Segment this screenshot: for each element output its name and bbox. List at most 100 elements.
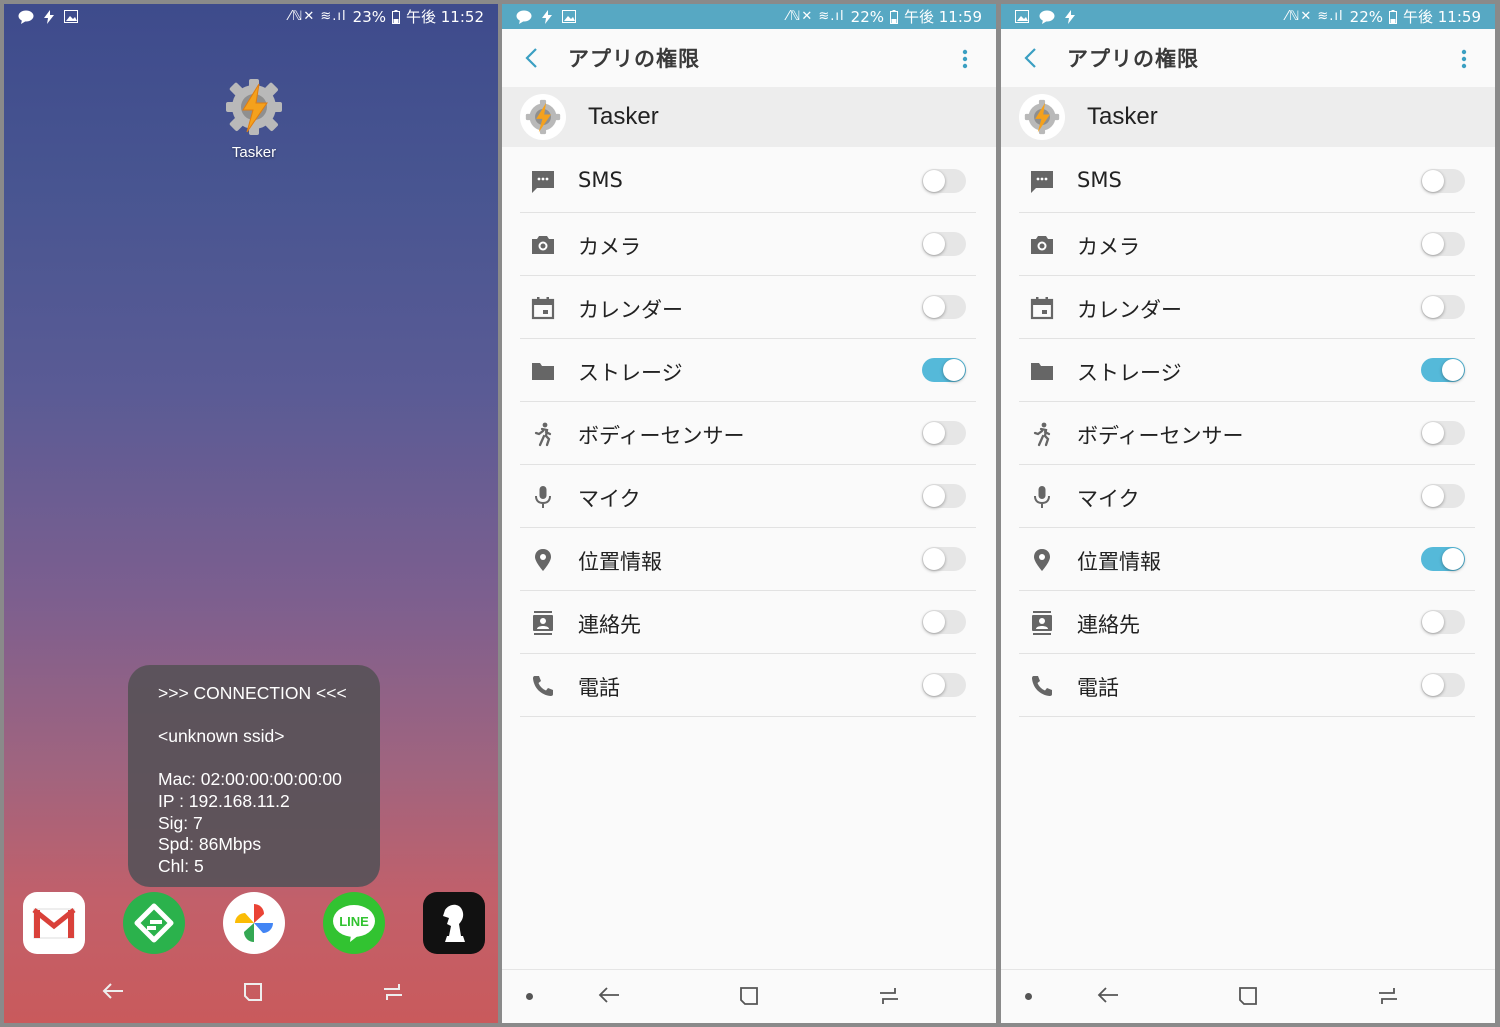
image-icon <box>562 10 576 23</box>
back-arrow-icon[interactable] <box>1023 47 1037 73</box>
permission-label: ボディーセンサー <box>578 424 745 448</box>
toast-spd: Spd: 86Mbps <box>158 834 262 855</box>
permission-toggle[interactable] <box>1421 610 1465 634</box>
permission-toggle[interactable] <box>922 673 966 697</box>
recents-nav-button[interactable] <box>878 985 900 1009</box>
battery-percent: 22% <box>850 7 884 26</box>
permission-row[interactable]: マイク <box>1019 465 1475 528</box>
permission-row[interactable]: 位置情報 <box>520 528 976 591</box>
tasker-home-shortcut[interactable]: Tasker <box>216 76 292 161</box>
toggle-knob <box>923 296 945 318</box>
app-name: Tasker <box>1087 103 1158 130</box>
permission-toggle[interactable] <box>1421 673 1465 697</box>
camera-icon <box>530 232 556 258</box>
permission-toggle[interactable] <box>1421 547 1465 571</box>
clock: 午後 11:59 <box>904 8 982 26</box>
permission-row[interactable]: 連絡先 <box>520 591 976 654</box>
tasker-app-icon <box>1019 94 1065 140</box>
back-arrow-icon[interactable] <box>524 47 538 73</box>
permission-row[interactable]: 電話 <box>1019 654 1475 717</box>
toggle-knob <box>1422 170 1444 192</box>
tasker-app-icon <box>520 94 566 140</box>
home-nav-button[interactable] <box>738 985 760 1011</box>
toggle-knob <box>923 170 945 192</box>
permission-row[interactable]: ボディーセンサー <box>520 402 976 465</box>
line-app-icon[interactable]: LINE <box>323 892 385 954</box>
nav-bar <box>1001 969 1495 1023</box>
permission-toggle[interactable] <box>1421 169 1465 193</box>
more-options-icon[interactable] <box>962 49 968 73</box>
permission-toggle[interactable] <box>922 295 966 319</box>
system-icons: ⁄ℕ✕ ≋.ıl <box>786 9 845 24</box>
permission-row[interactable]: カレンダー <box>1019 276 1475 339</box>
permission-toggle[interactable] <box>922 484 966 508</box>
home-nav-button[interactable] <box>242 981 264 1007</box>
system-icons: ⁄ℕ✕ ≋.ıl <box>288 9 347 24</box>
permission-row[interactable]: SMS <box>520 150 976 213</box>
sms-icon <box>530 169 556 195</box>
permission-row[interactable]: ストレージ <box>1019 339 1475 402</box>
permission-row[interactable]: 連絡先 <box>1019 591 1475 654</box>
folder-icon <box>530 358 556 384</box>
permission-row[interactable]: ストレージ <box>520 339 976 402</box>
recents-nav-button[interactable] <box>1377 985 1399 1009</box>
home-nav-button[interactable] <box>1237 985 1259 1011</box>
toast-header: >>> CONNECTION <<< <box>158 683 347 703</box>
gmail-app-icon[interactable] <box>23 892 85 954</box>
back-nav-button[interactable] <box>102 981 124 1005</box>
home-nav-bar <box>4 965 498 1023</box>
permission-label: カメラ <box>578 235 641 259</box>
toast-ip: IP : 192.168.11.2 <box>158 790 290 811</box>
system-icons: ⁄ℕ✕ ≋.ıl <box>1285 9 1344 24</box>
toggle-knob <box>923 485 945 507</box>
app-header: Tasker <box>1001 87 1495 147</box>
permission-row[interactable]: マイク <box>520 465 976 528</box>
permission-toggle[interactable] <box>1421 295 1465 319</box>
clock: 午後 11:52 <box>406 8 484 26</box>
permission-toggle[interactable] <box>922 610 966 634</box>
permission-toggle[interactable] <box>922 169 966 193</box>
toggle-knob <box>923 422 945 444</box>
permission-label: ストレージ <box>1077 361 1182 385</box>
permission-toggle[interactable] <box>1421 232 1465 256</box>
feedly-app-icon[interactable] <box>123 892 185 954</box>
permission-row[interactable]: カレンダー <box>520 276 976 339</box>
recents-nav-button[interactable] <box>382 981 404 1005</box>
status-bar: ⁄ℕ✕ ≋.ıl 22% 午後 11:59 <box>502 4 996 29</box>
permission-toggle[interactable] <box>1421 421 1465 445</box>
permission-row[interactable]: カメラ <box>1019 213 1475 276</box>
battery-percent: 23% <box>352 7 386 26</box>
permission-label: 連絡先 <box>1077 613 1140 637</box>
toggle-knob <box>923 233 945 255</box>
permission-row[interactable]: 位置情報 <box>1019 528 1475 591</box>
phone-icon <box>530 673 556 699</box>
toggle-knob <box>1442 548 1464 570</box>
permission-row[interactable]: 電話 <box>520 654 976 717</box>
toggle-knob <box>1442 359 1464 381</box>
back-nav-button[interactable] <box>598 985 620 1009</box>
toast-sig: Sig: 7 <box>158 812 203 833</box>
app-bar: アプリの権限 <box>1001 29 1495 87</box>
permission-label: SMS <box>1077 168 1122 192</box>
phone-icon <box>1029 673 1055 699</box>
permission-row[interactable]: カメラ <box>520 213 976 276</box>
mic-icon <box>1029 484 1055 510</box>
camera-icon <box>1029 232 1055 258</box>
permission-toggle[interactable] <box>1421 484 1465 508</box>
permission-toggle[interactable] <box>922 358 966 382</box>
toast-chl: Chl: 5 <box>158 855 204 876</box>
more-options-icon[interactable] <box>1461 49 1467 73</box>
permission-row[interactable]: ボディーセンサー <box>1019 402 1475 465</box>
chess-app-icon[interactable] <box>423 892 485 954</box>
permission-toggle[interactable] <box>922 421 966 445</box>
calendar-icon <box>530 295 556 321</box>
toast-mac: Mac: 02:00:00:00:00:00 <box>158 769 342 790</box>
back-nav-button[interactable] <box>1097 985 1119 1009</box>
permission-toggle[interactable] <box>922 232 966 256</box>
permission-toggle[interactable] <box>922 547 966 571</box>
image-icon <box>1015 10 1029 23</box>
permission-toggle[interactable] <box>1421 358 1465 382</box>
permission-label: 電話 <box>1077 676 1119 700</box>
permission-row[interactable]: SMS <box>1019 150 1475 213</box>
photos-app-icon[interactable] <box>223 892 285 954</box>
